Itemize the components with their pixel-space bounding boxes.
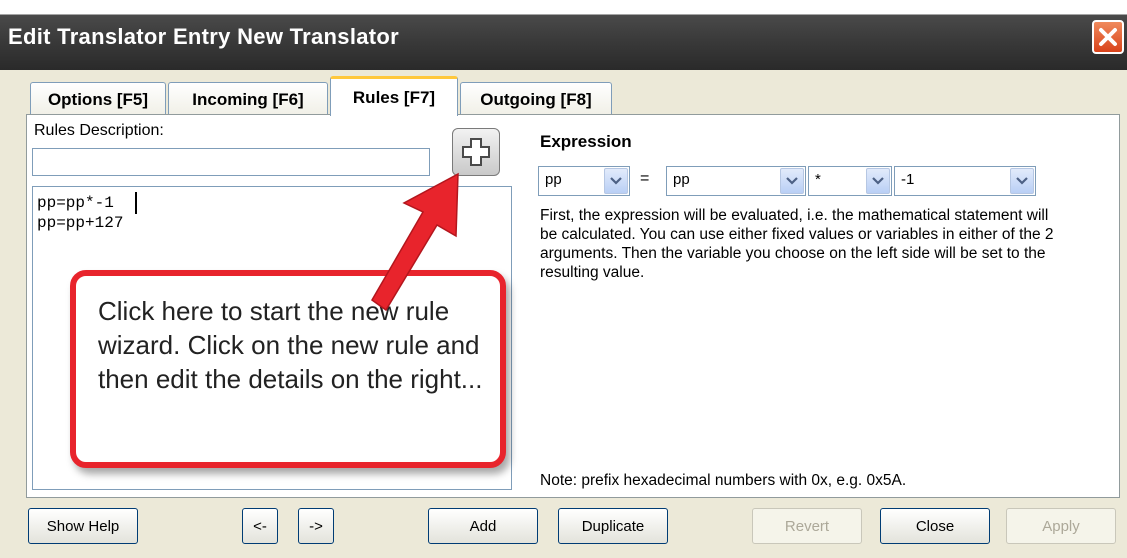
red-arrow-icon [371,172,459,312]
dialog-window: Edit Translator Entry New Translator Opt… [0,0,1127,558]
